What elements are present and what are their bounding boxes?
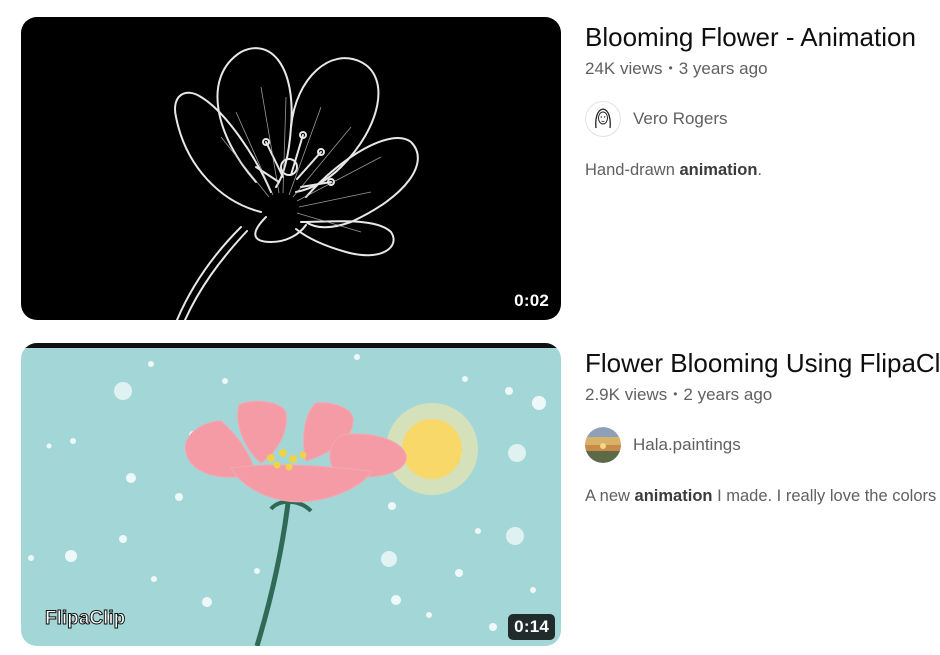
channel-name[interactable]: Vero Rogers <box>633 109 728 129</box>
video-title[interactable]: Flower Blooming Using FlipaClip <box>585 348 940 378</box>
view-count: 2.9K views <box>585 385 668 404</box>
video-result[interactable]: FlipaClip 0:14 Flower Blooming Using Fli… <box>21 343 940 647</box>
video-result[interactable]: 0:02 Blooming Flower - Animation 24K vie… <box>21 17 940 321</box>
channel-name[interactable]: Hala.paintings <box>633 435 741 455</box>
flower-animation-image: FlipaClip <box>21 343 561 646</box>
video-info: Flower Blooming Using FlipaClip 2.9K vie… <box>585 343 940 646</box>
flipaclip-watermark: FlipaClip <box>45 608 125 629</box>
channel-link[interactable]: Vero Rogers <box>585 101 940 137</box>
duration-badge: 0:14 <box>508 614 555 640</box>
video-meta: 2.9K views • 2 years ago <box>585 385 940 405</box>
avatar-hala-paintings-icon[interactable] <box>585 427 621 463</box>
video-description: A new animation I made. I really love th… <box>585 487 940 506</box>
video-thumbnail[interactable]: FlipaClip 0:14 <box>21 343 561 646</box>
desc-text: . <box>757 161 762 179</box>
flower-sketch-image <box>21 17 561 320</box>
desc-highlight: animation <box>634 487 713 505</box>
desc-highlight: animation <box>679 161 758 179</box>
view-count: 24K views <box>585 59 663 78</box>
desc-text: I made. I really love the colors <box>712 487 937 505</box>
video-info: Blooming Flower - Animation 24K views • 3 … <box>585 17 940 320</box>
duration-badge: 0:02 <box>508 288 555 314</box>
upload-age: 3 years ago <box>678 59 768 78</box>
meta-separator: • <box>673 387 678 401</box>
meta-separator: • <box>668 61 673 75</box>
video-thumbnail[interactable]: 0:02 <box>21 17 561 320</box>
video-description: Hand-drawn animation. <box>585 161 940 180</box>
video-title[interactable]: Blooming Flower - Animation <box>585 22 940 52</box>
channel-link[interactable]: Hala.paintings <box>585 427 940 463</box>
video-meta: 24K views • 3 years ago <box>585 59 940 79</box>
avatar-vero-rogers-icon[interactable] <box>585 101 621 137</box>
desc-text: A new <box>585 487 635 505</box>
upload-age: 2 years ago <box>683 385 773 404</box>
desc-text: Hand-drawn <box>585 161 680 179</box>
